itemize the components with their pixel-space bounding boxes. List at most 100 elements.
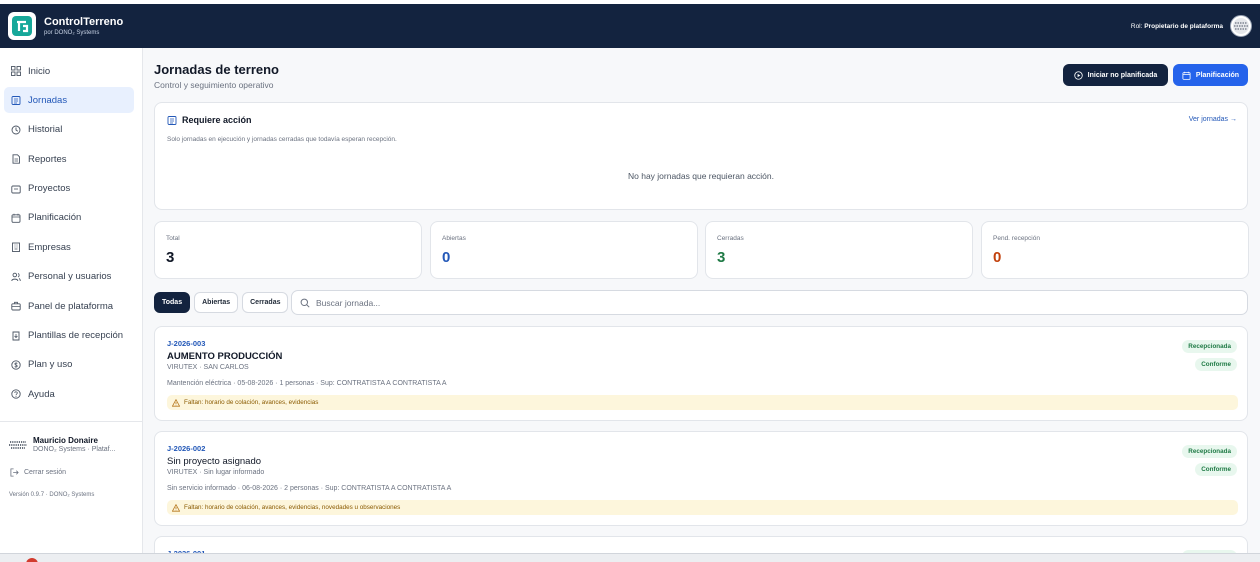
- help-icon: [11, 389, 21, 399]
- filter-abiertas[interactable]: Abiertas: [194, 292, 239, 313]
- sidebar-item-label: Reportes: [28, 153, 67, 165]
- role-prefix: Rol:: [1130, 22, 1143, 30]
- user-avatar-icon: [9, 441, 27, 449]
- bottom-strip: [0, 553, 1260, 562]
- stat-value: 0: [442, 249, 451, 266]
- planning-label: Planificación: [1195, 71, 1240, 79]
- user-block[interactable]: Mauricio Donaire DONO₂ Systems · Plataf.…: [9, 436, 115, 453]
- role-label: Rol: Propietario de plataforma: [1131, 23, 1223, 30]
- jornada-warning: Faltan: horario de colación, avances, ev…: [167, 500, 1238, 515]
- sidebar-nav: Inicio Jornadas Historial Reportes Proye…: [0, 48, 142, 407]
- search-input[interactable]: [316, 297, 1216, 308]
- user-name: Mauricio Donaire: [33, 436, 98, 445]
- template-icon: [12, 331, 20, 340]
- sidebar-item-label: Personal y usuarios: [28, 271, 112, 283]
- jornada-warning-text: Faltan: horario de colación, avances, ev…: [184, 504, 401, 511]
- main-content: Jornadas de terreno Control y seguimient…: [143, 48, 1260, 562]
- requires-action-empty: No hay jornadas que requieran acción.: [627, 171, 774, 181]
- play-circle-icon: [1073, 70, 1083, 80]
- view-jornadas-link[interactable]: Ver jornadas →: [1189, 116, 1237, 123]
- logout-label: Cerrar sesión: [24, 469, 67, 476]
- sidebar-item-label: Proyectos: [28, 183, 71, 195]
- stat-value: 3: [166, 249, 175, 266]
- clipboard-icon: [11, 96, 21, 106]
- app-logo[interactable]: [8, 12, 36, 40]
- requires-action-title: Requiere acción: [167, 115, 252, 125]
- sidebar-item-plantillas[interactable]: Plantillas de recepción: [4, 323, 134, 349]
- history-icon: [11, 125, 21, 135]
- filter-cerradas[interactable]: Cerradas: [242, 292, 289, 313]
- stat-card-cerradas: Cerradas 3: [705, 221, 973, 279]
- stat-card-total: Total 3: [154, 221, 422, 279]
- sidebar-item-label: Empresas: [28, 241, 71, 253]
- stat-label: Pend. recepción: [993, 235, 1040, 242]
- planning-button[interactable]: Planificación: [1173, 64, 1248, 86]
- search-box[interactable]: [291, 290, 1248, 315]
- sidebar-item-label: Plan y uso: [28, 359, 73, 371]
- status-badge: Recepcionada: [1182, 445, 1237, 458]
- jornada-name: AUMENTO PRODUCCIÓN: [167, 351, 283, 362]
- filter-todas[interactable]: Todas: [154, 292, 191, 313]
- sidebar-item-inicio[interactable]: Inicio: [4, 58, 134, 84]
- stat-card-abiertas: Abiertas 0: [430, 221, 698, 279]
- sidebar-item-reportes[interactable]: Reportes: [4, 146, 134, 172]
- sidebar-item-proyectos[interactable]: Proyectos: [4, 176, 134, 202]
- requires-action-title-text: Requiere acción: [182, 115, 252, 125]
- calendar-icon: [1182, 71, 1191, 80]
- sidebar-item-panel-plataforma[interactable]: Panel de plataforma: [4, 293, 134, 319]
- role-value: Propietario de plataforma: [1144, 22, 1223, 30]
- start-unplanned-label: Iniciar no planificada: [1087, 71, 1158, 79]
- page-subtitle: Control y seguimiento operativo: [154, 80, 274, 90]
- jornada-name: Sin proyecto asignado: [167, 456, 262, 467]
- warning-icon: [172, 503, 180, 512]
- sidebar-item-label: Historial: [28, 124, 63, 136]
- jornada-warning-text: Faltan: horario de colación, avances, ev…: [184, 399, 319, 406]
- jornada-code[interactable]: J-2026-002: [167, 444, 205, 453]
- logo-icon: [12, 16, 32, 36]
- sidebar-item-jornadas[interactable]: Jornadas: [4, 87, 134, 114]
- sidebar-item-historial[interactable]: Historial: [4, 117, 134, 143]
- stat-label: Total: [166, 235, 180, 242]
- sidebar-item-label: Plantillas de recepción: [28, 330, 124, 342]
- sidebar: Inicio Jornadas Historial Reportes Proye…: [0, 48, 143, 556]
- sidebar-item-label: Planificación: [28, 212, 82, 224]
- sidebar-item-ayuda[interactable]: Ayuda: [4, 381, 134, 407]
- jornada-meta: Sin servicio informado · 06-08-2026 · 2 …: [167, 485, 452, 492]
- users-icon: [11, 272, 21, 281]
- jornada-client: VIRUTEX · SAN CARLOS: [167, 364, 249, 371]
- conformity-badge: Conforme: [1195, 463, 1237, 476]
- search-icon: [300, 298, 310, 308]
- building-icon: [12, 242, 20, 253]
- sidebar-divider: [0, 421, 142, 422]
- role-area: Rol: Propietario de plataforma: [1131, 15, 1252, 37]
- stat-value: 3: [717, 249, 726, 266]
- sidebar-item-label: Panel de plataforma: [28, 300, 114, 312]
- stat-card-pend-recepcion: Pend. recepción 0: [981, 221, 1249, 279]
- brand: ControlTerreno por DONO₂ Systems: [44, 15, 124, 36]
- sidebar-item-empresas[interactable]: Empresas: [4, 234, 134, 260]
- stat-label: Cerradas: [717, 235, 744, 242]
- jornada-warning: Faltan: horario de colación, avances, ev…: [167, 395, 1238, 410]
- start-unplanned-button[interactable]: Iniciar no planificada: [1063, 64, 1168, 86]
- warning-icon: [172, 398, 180, 407]
- logout-button[interactable]: Cerrar sesión: [10, 468, 66, 477]
- app-name: ControlTerreno: [44, 15, 124, 28]
- jornada-card[interactable]: J-2026-002 Sin proyecto asignado VIRUTEX…: [154, 431, 1248, 526]
- folder-icon: [11, 185, 21, 194]
- app-subtitle: por DONO₂ Systems: [44, 29, 100, 36]
- sidebar-item-plan-uso[interactable]: Plan y uso: [4, 352, 134, 378]
- logout-icon: [10, 468, 19, 477]
- user-info: Mauricio Donaire DONO₂ Systems · Plataf.…: [33, 436, 115, 453]
- jornada-card[interactable]: J-2026-003 AUMENTO PRODUCCIÓN VIRUTEX · …: [154, 326, 1248, 421]
- page-title: Jornadas de terreno: [154, 62, 279, 77]
- requires-action-card: Requiere acción Solo jornadas en ejecuci…: [154, 102, 1248, 210]
- jornada-code[interactable]: J-2026-003: [167, 339, 205, 348]
- user-org: DONO₂ Systems · Plataf...: [33, 446, 116, 453]
- grid-icon: [11, 66, 21, 76]
- sidebar-item-personal[interactable]: Personal y usuarios: [4, 264, 134, 290]
- clipboard-icon: [167, 116, 177, 125]
- sidebar-item-label: Inicio: [28, 65, 51, 77]
- jornada-client: VIRUTEX · Sin lugar informado: [167, 469, 265, 476]
- sidebar-item-planificacion[interactable]: Planificación: [4, 205, 134, 231]
- avatar[interactable]: [1230, 15, 1252, 37]
